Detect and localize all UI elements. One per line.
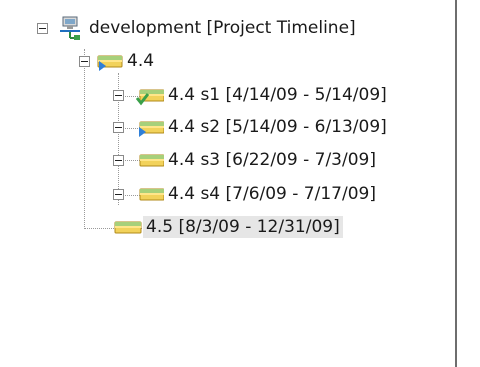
panel-border (455, 0, 457, 367)
tree-node-label: development [Project Timeline] (89, 18, 356, 38)
sprint-active-icon (136, 117, 165, 144)
project-icon (57, 15, 83, 46)
tree-node-label: 4.4 s1 [4/14/09 - 5/14/09] (168, 85, 387, 105)
expand-toggle[interactable] (113, 155, 124, 166)
tree-node-sprint[interactable]: 4.4 s3 [6/22/09 - 7/3/09] (0, 149, 455, 173)
collapse-toggle[interactable] (37, 23, 48, 34)
tree-node-version[interactable]: 4.4 (0, 50, 455, 74)
expand-toggle[interactable] (113, 189, 124, 200)
sprint-icon (136, 184, 165, 211)
tree-node-sprint[interactable]: 4.4 s4 [7/6/09 - 7/17/09] (0, 183, 455, 207)
tree-node-label: 4.5 [8/3/09 - 12/31/09] (143, 216, 343, 238)
sprint-icon (136, 150, 165, 177)
version-active-icon (96, 51, 124, 78)
tree-node-label: 4.4 s2 [5/14/09 - 6/13/09] (168, 117, 387, 137)
sprint-complete-icon (135, 85, 165, 112)
expand-toggle[interactable] (113, 90, 124, 101)
tree-node-label: 4.4 s3 [6/22/09 - 7/3/09] (168, 150, 376, 170)
tree-node-label: 4.4 s4 [7/6/09 - 7/17/09] (168, 184, 376, 204)
expand-toggle[interactable] (113, 122, 124, 133)
tree-node-sprint[interactable]: 4.4 s1 [4/14/09 - 5/14/09] (0, 84, 455, 108)
tree-node-version[interactable]: 4.5 [8/3/09 - 12/31/09] (0, 216, 455, 240)
tree-node-root[interactable]: development [Project Timeline] (0, 16, 455, 41)
version-icon (113, 217, 143, 244)
tree-node-sprint[interactable]: 4.4 s2 [5/14/09 - 6/13/09] (0, 116, 455, 140)
collapse-toggle[interactable] (79, 56, 90, 67)
project-timeline-tree: development [Project Timeline] 4.4 4.4 s… (0, 0, 480, 367)
tree-node-label: 4.4 (127, 51, 155, 71)
